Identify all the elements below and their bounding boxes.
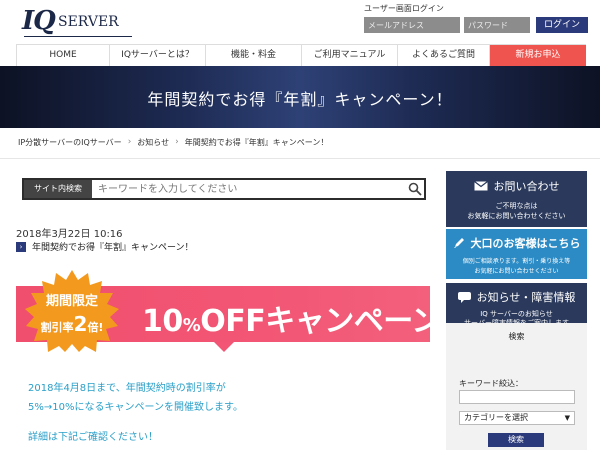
nav-home[interactable]: HOME <box>16 45 110 67</box>
breadcrumb-news[interactable]: お知らせ <box>137 137 169 148</box>
caret-down-icon: ▼ <box>564 414 570 422</box>
sidebar-large-title: 大口のお客様はこちら <box>470 237 581 250</box>
password-field[interactable] <box>464 17 530 33</box>
nav-features-pricing[interactable]: 機能・料金 <box>206 45 302 67</box>
sidebar-large-title-row: 大口のお客様はこちら <box>446 235 587 251</box>
sidebar-contact[interactable]: お問い合わせ ご不明な点は お気軽にお問い合わせください <box>446 171 587 227</box>
sidebar-search-title: 検索 <box>508 332 525 341</box>
search-icon[interactable] <box>408 182 422 196</box>
keyword-label: キーワード絞込： <box>459 379 523 388</box>
search-input[interactable] <box>98 181 398 197</box>
post-title: 年間契約でお得『年割』キャンペーン！ <box>32 243 194 253</box>
email-field[interactable] <box>364 17 460 33</box>
badge-rate-prefix: 割引率 <box>40 321 74 334</box>
sidebar-contact-sub1: ご不明な点は <box>495 202 538 210</box>
campaign-banner-notch <box>214 342 234 352</box>
logo-server: SERVER <box>58 14 119 30</box>
breadcrumb-home[interactable]: IP分散サーバーのIQサーバー <box>18 137 122 148</box>
badge-rate-suffix: 倍! <box>87 321 104 334</box>
chevron-right-icon: › <box>175 137 179 147</box>
post-heading: › 年間契約でお得『年割』キャンペーン！ <box>16 240 194 253</box>
sidebar-large-customer[interactable]: 大口のお客様はこちら 個別ご相談承ります。割引・乗り換え等 お気軽にお問い合わせ… <box>446 229 587 279</box>
campaign-number: 10 <box>142 304 183 339</box>
chat-icon <box>457 291 471 303</box>
category-select-value: カテゴリーを選択 <box>464 413 528 422</box>
description-line-1: 2018年4月8日まで、年間契約時の割引率が <box>28 383 226 394</box>
site-logo[interactable]: IQ SERVER <box>22 6 142 37</box>
badge-rate-number: 2 <box>73 312 88 336</box>
arrow-right-icon: › <box>16 241 26 252</box>
breadcrumb-current: 年間契約でお得『年割』キャンペーン！ <box>184 137 329 147</box>
sidebar-news-title-row: お知らせ・障害情報 <box>446 289 587 305</box>
main-nav: HOME IQサーバーとは？ 機能・料金 ご利用マニュアル よくあるご質問 新規… <box>16 44 586 67</box>
badge-limited: 期間限定 <box>45 294 98 309</box>
divider <box>0 158 600 159</box>
nav-faq[interactable]: よくあるご質問 <box>398 45 490 67</box>
page-banner: 年間契約でお得『年割』キャンペーン！ <box>0 66 600 128</box>
post-date: 2018年3月22日 10:16 <box>16 229 123 240</box>
nav-manual[interactable]: ご利用マニュアル <box>302 45 398 67</box>
mail-icon <box>473 181 488 191</box>
description-line-2: 5%→10%になるキャンペーンを開催致します。 <box>28 402 243 413</box>
login-label: ユーザー画面ログイン <box>364 4 444 13</box>
campaign-headline: 10%OFFキャンペーン!! <box>142 296 430 340</box>
sidebar-large-sub2: お気軽にお問い合わせください <box>474 268 559 275</box>
pencil-icon <box>453 238 464 248</box>
badge-rate: 割引率2倍! <box>24 312 120 336</box>
keyword-input[interactable] <box>459 390 575 404</box>
sidebar-contact-title: お問い合わせ <box>493 180 560 193</box>
site-search-label: サイト内検索 <box>24 180 92 198</box>
sidebar-large-sub1: 個別ご相談承ります。割引・乗り換え等 <box>462 258 571 265</box>
site-search: サイト内検索 <box>22 178 426 200</box>
starburst-badge <box>25 270 119 352</box>
logo-iq: IQ <box>22 6 56 36</box>
campaign-headline-text: OFFキャンペーン!! <box>200 304 430 339</box>
sidebar-search: 検索 キーワード絞込： カテゴリーを選択 ▼ 検索 <box>446 323 587 450</box>
description-line-3: 詳細は下記ご確認ください！ <box>28 432 158 443</box>
breadcrumb: IP分散サーバーのIQサーバー › お知らせ › 年間契約でお得『年割』キャンペ… <box>18 136 328 148</box>
login-button[interactable]: ログイン <box>536 17 588 33</box>
sidebar-search-button[interactable]: 検索 <box>488 433 544 447</box>
category-select[interactable]: カテゴリーを選択 ▼ <box>459 411 575 425</box>
logo-underline <box>24 36 132 37</box>
sidebar-contact-sub2: お気軽にお問い合わせください <box>467 212 566 220</box>
page-title: 年間契約でお得『年割』キャンペーン！ <box>147 90 453 109</box>
nav-about[interactable]: IQサーバーとは？ <box>110 45 206 67</box>
sidebar-news-title: お知らせ・障害情報 <box>476 291 576 304</box>
sidebar-contact-title-row: お問い合わせ <box>446 175 587 197</box>
nav-new-application[interactable]: 新規お申込 <box>490 45 586 67</box>
site-header: IQ SERVER ユーザー画面ログイン ログイン <box>0 0 600 44</box>
login-form <box>364 17 530 33</box>
campaign-percent: % <box>182 315 201 336</box>
chevron-right-icon: › <box>127 137 132 147</box>
